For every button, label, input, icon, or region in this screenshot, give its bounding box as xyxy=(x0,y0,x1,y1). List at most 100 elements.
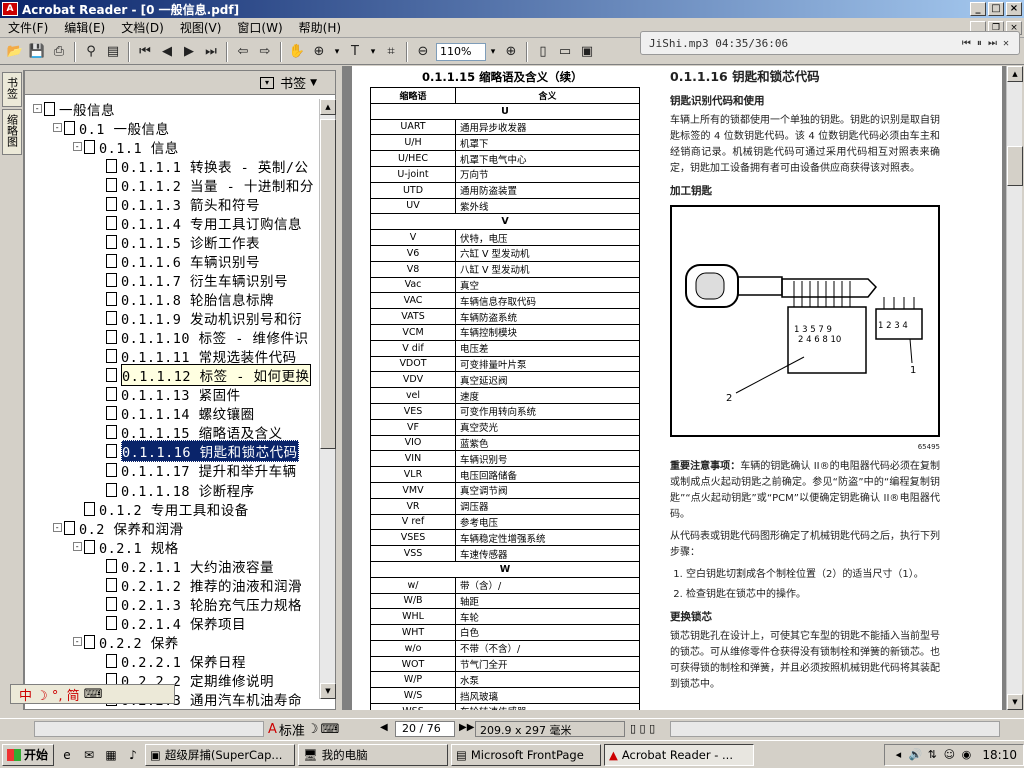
tree-toggle-icon[interactable]: - xyxy=(73,542,82,552)
task-acrobat[interactable]: ▲ Acrobat Reader - ... xyxy=(604,743,754,766)
zoom-in-icon[interactable]: ⊕ xyxy=(500,41,522,63)
start-button[interactable]: 开始 xyxy=(2,743,54,766)
tray-volume-icon[interactable]: 🔊 xyxy=(908,748,923,762)
ime-toolbar[interactable]: 中 ☽ °, 简 ⌨ xyxy=(10,684,175,704)
open-icon[interactable]: 📂 xyxy=(4,41,26,63)
find-icon[interactable]: ⚲ xyxy=(80,41,102,63)
bookmark-item[interactable]: 0.1.1.4 专用工具订购信息 xyxy=(95,213,302,233)
bookmark-item[interactable]: 0.1.1.14 螺纹镶圈 xyxy=(95,404,255,423)
ie-icon[interactable]: e xyxy=(58,746,76,764)
menu-file[interactable]: 文件(F) xyxy=(0,19,56,36)
snapshot-icon[interactable]: ⌗ xyxy=(380,41,402,63)
bookmark-item[interactable]: 0.2.1.1 大约油液容量 xyxy=(95,556,274,576)
previous-page-icon[interactable]: ◀ xyxy=(156,41,178,63)
fit-page-icon[interactable]: ▭ xyxy=(554,41,576,63)
scroll-down-icon[interactable]: ▼ xyxy=(320,683,336,699)
zoom-tool-icon[interactable]: ⊕ xyxy=(308,41,330,63)
tree-toggle-icon[interactable]: - xyxy=(53,123,62,133)
text-select-dropdown-icon[interactable]: ▾ xyxy=(366,43,380,61)
go-back-icon[interactable]: ⇦ xyxy=(232,41,254,63)
show-navigation-pane-icon[interactable]: ▤ xyxy=(102,41,124,63)
document-scroll-thumb[interactable] xyxy=(1007,146,1023,186)
bookmark-item[interactable]: - 0.1 一般信息 xyxy=(53,118,170,138)
ime-standard-label[interactable]: A 标准 ☽ ⌨ xyxy=(268,720,339,739)
minimize-button[interactable]: _ xyxy=(970,2,986,16)
bookmark-menu-icon[interactable]: ▾ xyxy=(260,76,275,89)
media-icon[interactable]: ♪ xyxy=(124,746,142,764)
fit-width-icon[interactable]: ▣ xyxy=(576,41,598,63)
menu-view[interactable]: 视图(V) xyxy=(172,19,230,36)
task-frontpage[interactable]: ▤ Microsoft FrontPage xyxy=(451,743,601,766)
tree-toggle-icon[interactable]: - xyxy=(73,637,82,647)
menu-window[interactable]: 窗口(W) xyxy=(229,19,290,36)
tree-toggle-icon[interactable]: - xyxy=(33,104,42,113)
bookmark-item[interactable]: 0.1.1.12 标签 - 如何更换 xyxy=(95,364,311,387)
go-forward-icon[interactable]: ⇨ xyxy=(254,41,276,63)
task-my-computer[interactable]: 🖥 我的电脑 xyxy=(298,743,448,766)
zoom-out-icon[interactable]: ⊖ xyxy=(412,41,434,63)
tray-antivirus-icon[interactable]: ◉ xyxy=(959,748,973,762)
page-number-box[interactable]: 20 / 76 xyxy=(395,721,455,737)
zoom-input[interactable]: 110% xyxy=(436,42,486,61)
close-button[interactable]: × xyxy=(1006,2,1022,16)
bookmark-horizontal-scrollbar[interactable] xyxy=(34,721,264,737)
tree-toggle-icon[interactable]: - xyxy=(73,142,82,152)
bookmark-item[interactable]: 0.1.1.18 诊断程序 xyxy=(95,480,255,500)
bookmark-item[interactable]: 0.1.1.2 当量 - 十进制和分 xyxy=(95,175,313,195)
document-horizontal-scrollbar[interactable] xyxy=(670,721,1000,737)
bookmark-item[interactable]: 0.1.1.7 衍生车辆识别号 xyxy=(95,270,288,290)
tab-bookmarks[interactable]: 书签 xyxy=(2,72,22,107)
document-view[interactable]: 0.1.1.15 缩略语及含义（续） 缩略语 含义 U UART 通用异步收发器 U/… xyxy=(342,66,1006,710)
bookmark-item[interactable]: 0.2.1.2 推荐的油液和润滑 xyxy=(95,575,302,595)
bookmark-item[interactable]: 0.1.1.15 缩略语及含义 xyxy=(95,423,283,442)
tree-toggle-icon[interactable]: - xyxy=(53,523,62,533)
menu-document[interactable]: 文档(D) xyxy=(113,19,172,36)
tab-thumbnails[interactable]: 缩略图 xyxy=(2,109,22,155)
menu-help[interactable]: 帮助(H) xyxy=(291,19,349,36)
tray-arrow-icon[interactable]: ◂ xyxy=(891,748,905,762)
task-supercap[interactable]: ▣ 超级屏捕(SuperCap... xyxy=(145,743,295,766)
acrobat-app-icon[interactable]: A xyxy=(2,2,18,16)
tray-network-icon[interactable]: ⇅ xyxy=(925,748,939,762)
bookmarks-scroll-thumb[interactable] xyxy=(320,119,336,449)
tray-qq-icon[interactable]: ☺ xyxy=(942,748,956,762)
scroll-up-icon[interactable]: ▲ xyxy=(1007,66,1023,82)
maximize-button[interactable]: □ xyxy=(988,2,1004,16)
single-page-layout-icon[interactable]: ▯ ▯ ▯ xyxy=(630,722,655,735)
save-icon[interactable]: 💾 xyxy=(26,41,48,63)
bookmark-item[interactable]: 0.1.2 专用工具和设备 xyxy=(73,499,249,519)
bookmark-item[interactable]: - 一般信息 xyxy=(33,99,115,119)
print-icon[interactable]: ⎙ xyxy=(48,41,70,63)
first-page-icon[interactable]: ⏮ xyxy=(134,41,156,63)
bookmark-item[interactable]: 0.2.2.1 保养日程 xyxy=(95,651,246,671)
actual-size-icon[interactable]: ▯ xyxy=(532,41,554,63)
bookmark-item[interactable]: 0.1.1.6 车辆识别号 xyxy=(95,251,260,271)
media-player-overlay[interactable]: JiShi.mp3 04:35/36:06 ⏮ ⏸ ⏭ ✕ xyxy=(640,31,1020,55)
bookmark-item[interactable]: 0.1.1.8 轮胎信息标牌 xyxy=(95,290,274,309)
bookmarks-scrollbar[interactable]: ▲ ▼ xyxy=(319,99,336,699)
bookmark-item[interactable]: - 0.2.1 规格 xyxy=(73,537,179,557)
last-page-icon[interactable]: ⏭ xyxy=(200,41,222,63)
scroll-up-icon[interactable]: ▲ xyxy=(320,99,336,115)
bookmark-item[interactable]: 0.1.1.11 常规选装件代码 xyxy=(95,347,297,366)
bookmark-item[interactable]: 0.1.1.1 转换表 - 英制/公 xyxy=(95,156,309,176)
text-select-icon[interactable]: T xyxy=(344,41,366,63)
hand-tool-icon[interactable]: ✋ xyxy=(286,41,308,63)
bookmark-item[interactable]: 0.1.1.13 紧固件 xyxy=(95,385,241,404)
menu-edit[interactable]: 编辑(E) xyxy=(56,19,113,36)
bookmark-item[interactable]: 0.1.1.16 钥匙和锁芯代码 xyxy=(95,440,299,463)
bookmark-item[interactable]: - 0.2 保养和润滑 xyxy=(53,518,184,538)
bookmark-item[interactable]: 0.1.1.5 诊断工作表 xyxy=(95,232,260,252)
bookmark-item[interactable]: - 0.2.2 保养 xyxy=(73,632,179,652)
chevron-down-icon[interactable]: ▼ xyxy=(310,78,317,88)
document-scrollbar[interactable]: ▲ ▼ xyxy=(1006,66,1023,710)
bookmark-item[interactable]: 0.1.1.9 发动机识别号和衍 xyxy=(95,309,302,328)
last-page-status-icon[interactable]: ▶▶ xyxy=(459,722,474,733)
bookmark-item[interactable]: 0.2.1.3 轮胎充气压力规格 xyxy=(95,594,302,614)
bookmark-item[interactable]: 0.1.1.3 箭头和符号 xyxy=(95,194,260,214)
bookmark-item[interactable]: 0.1.1.17 提升和举升车辆 xyxy=(95,461,297,480)
desktop-icon[interactable]: ▦ xyxy=(102,746,120,764)
outlook-icon[interactable]: ✉ xyxy=(80,746,98,764)
keyboard-icon[interactable]: ⌨ xyxy=(84,687,103,702)
scroll-down-icon[interactable]: ▼ xyxy=(1007,694,1023,710)
